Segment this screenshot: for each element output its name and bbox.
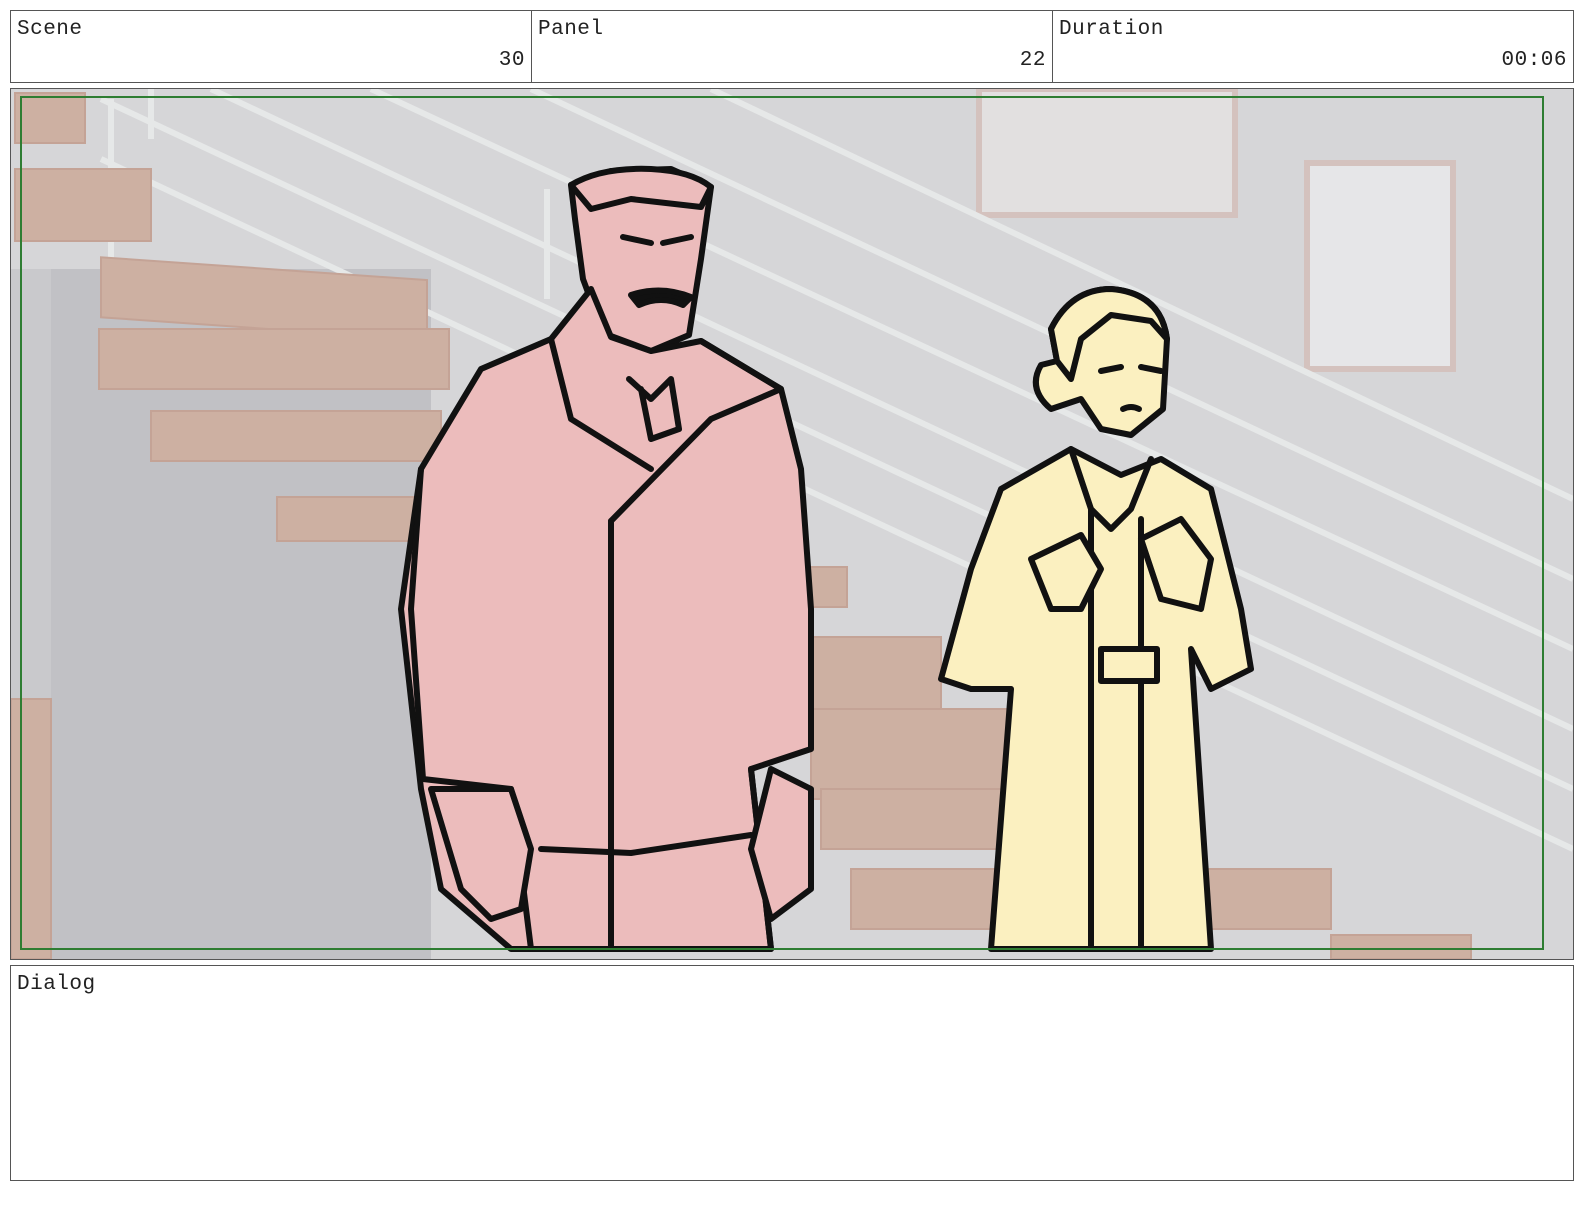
panel-header: Scene 30 Panel 22 Duration 00:06 [10, 10, 1574, 83]
panel-number[interactable]: 22 [1020, 49, 1046, 72]
scene-cell: Scene 30 [11, 11, 532, 82]
dialog-label: Dialog [17, 973, 96, 996]
duration-value[interactable]: 00:06 [1501, 49, 1567, 72]
panel-cell: Panel 22 [532, 11, 1053, 82]
dialog-box[interactable]: Dialog [10, 965, 1574, 1181]
scene-label: Scene [17, 18, 83, 41]
wall-picture-small [1304, 160, 1456, 372]
panel-label: Panel [538, 18, 604, 41]
scene-number[interactable]: 30 [499, 49, 525, 72]
storyboard-drawing [11, 89, 1573, 959]
storyboard-frame[interactable] [10, 88, 1574, 960]
wall-picture-large [976, 89, 1238, 218]
duration-cell: Duration 00:06 [1053, 11, 1573, 82]
duration-label: Duration [1059, 18, 1164, 41]
